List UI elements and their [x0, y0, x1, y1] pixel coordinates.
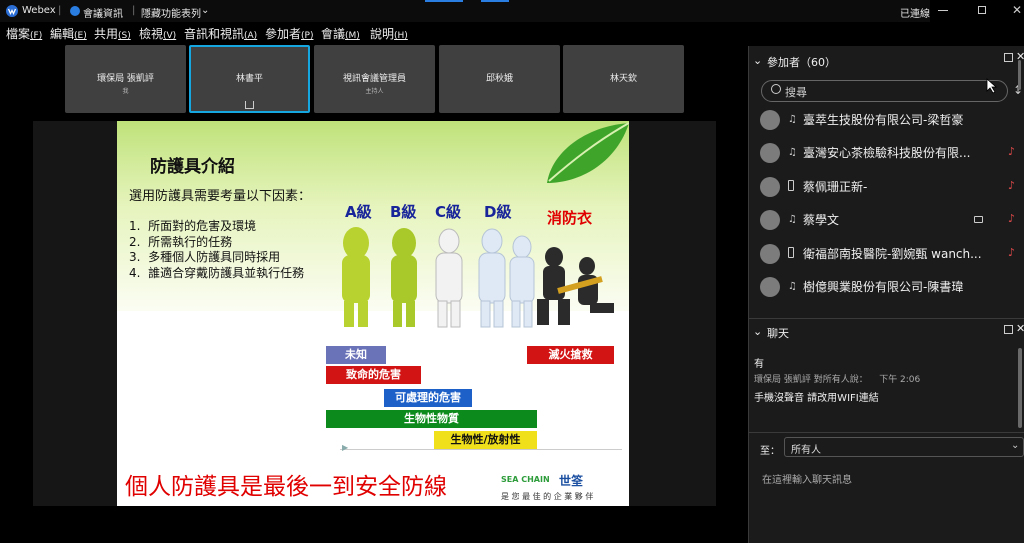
hazard-bar-biological: 生物性物質 [326, 410, 537, 428]
shared-slide: 防護具介紹 選用防護具需要考量以下因素： 1. 所面對的危害及環境 2. 所需執… [117, 121, 629, 506]
participant-row[interactable]: ♫ 樹億興業股份有限公司-陳書瑋 [760, 273, 1022, 301]
menu-meeting[interactable]: 會議(M) [321, 25, 360, 42]
menu-audio-video[interactable]: 音訊和視訊(A) [184, 25, 257, 42]
participant-row[interactable]: 衛福部南投醫院-劉婉甄 wanch... ♪ [760, 240, 1022, 268]
menu-file[interactable]: 檔案(F) [6, 25, 42, 42]
participants-header: 參加者（60） [767, 56, 836, 69]
factor-list: 1. 所面對的危害及環境 2. 所需執行的任務 3. 多種個人防護具同時採用 4… [129, 219, 304, 281]
avatar [760, 143, 780, 163]
avatar [760, 110, 780, 130]
chat-header: 聊天 [767, 327, 789, 340]
avatar [760, 177, 780, 197]
video-tile[interactable]: 環保局 張凱評 我 [65, 45, 186, 113]
slide-banner: 個人防護具是最後一到安全防線 [125, 474, 447, 500]
level-a-label: A級 [345, 203, 372, 221]
hazard-bar-manageable: 可處理的危害 [384, 389, 472, 407]
protective-suits-illustration [342, 227, 614, 328]
info-icon [70, 6, 80, 16]
participants-scrollbar[interactable] [1018, 60, 1021, 90]
headset-icon: ♫ [788, 214, 797, 225]
headset-icon: ♫ [788, 114, 797, 125]
video-tile[interactable]: 視訊會議管理員 主持人 [314, 45, 435, 113]
avatar [760, 277, 780, 297]
minimize-icon[interactable] [938, 10, 948, 11]
chat-scrollbar[interactable] [1018, 348, 1022, 428]
search-icon [771, 84, 781, 94]
slide-title: 防護具介紹 [150, 157, 235, 177]
share-indicator [481, 0, 509, 2]
close-icon[interactable]: ✕ [1012, 3, 1022, 17]
chevron-down-icon[interactable]: ⌄ [201, 5, 209, 16]
participant-row[interactable]: ♫ 臺灣安心茶檢驗科技股份有限... ♪ [760, 139, 1022, 167]
list-item: 1. 所面對的危害及環境 [129, 219, 257, 233]
headset-icon: ♫ [788, 281, 797, 292]
participant-row[interactable]: ♫ 臺萃生技股份有限公司-梁哲豪 [760, 106, 1022, 134]
collapse-chevron-icon[interactable]: ⌄ [753, 54, 762, 67]
pop-out-icon[interactable] [1004, 53, 1013, 62]
muted-mic-icon: ♪ [1008, 212, 1016, 225]
menu-edit[interactable]: 編輯(E) [50, 25, 87, 42]
collapse-chevron-icon[interactable]: ⌄ [753, 325, 762, 338]
mouse-cursor-icon [986, 78, 998, 94]
menu-share[interactable]: 共用(S) [94, 25, 131, 42]
level-d-label: D級 [484, 203, 512, 221]
connection-status: 已連線 [900, 9, 930, 20]
muted-mic-icon: ♪ [1008, 145, 1016, 158]
list-item: 4. 誰適合穿戴防護具並執行任務 [129, 265, 305, 280]
list-item: 2. 所需執行的任務 [129, 234, 233, 249]
participant-row[interactable]: 蔡佩珊正新- ♪ [760, 173, 1022, 201]
level-c-label: C級 [435, 203, 462, 221]
hazard-bar-lethal: 致命的危害 [326, 366, 421, 384]
slide-subtitle: 選用防護具需要考量以下因素： [129, 189, 312, 204]
hazard-bar-firefight: 滅火搶救 [527, 346, 614, 364]
participant-search-input[interactable]: 搜尋 [761, 80, 1008, 102]
chevron-down-icon: ⌄ [1011, 440, 1020, 451]
leaf-decoration [547, 122, 629, 183]
meeting-info-link[interactable]: 會議資訊 [83, 5, 123, 20]
level-b-label: B級 [390, 203, 417, 221]
avatar [760, 244, 780, 264]
to-label: 至： [760, 446, 780, 457]
pop-out-icon[interactable] [1004, 325, 1013, 334]
seachain-logo: SEA CHAIN 世筌 是 您 最 佳 的 企 業 夥 伴 [501, 474, 594, 501]
muted-mic-icon: ♪ [1008, 246, 1016, 259]
window-controls: ✕ [930, 0, 1024, 22]
headset-icon: ♫ [788, 147, 797, 158]
chat-message: 有 [754, 359, 764, 370]
hide-menu-toggle[interactable]: 隱藏功能表列 [141, 5, 201, 20]
menu-bar: 檔案(F) 編輯(E) 共用(S) 檢視(V) 音訊和視訊(A) 參加者(P) … [0, 22, 1024, 42]
recipient-select[interactable]: 所有人 ⌄ [784, 437, 1024, 457]
muted-mic-icon: ♪ [1008, 179, 1016, 192]
camera-icon [974, 216, 983, 223]
avatar [760, 210, 780, 230]
restore-icon[interactable] [978, 6, 986, 14]
phone-icon [788, 180, 794, 191]
hazard-bar-unknown: 未知 [326, 346, 386, 364]
menu-view[interactable]: 檢視(V) [139, 25, 176, 42]
menu-help[interactable]: 說明(H) [370, 25, 408, 42]
share-indicator [425, 0, 463, 2]
slide-divider [340, 449, 622, 450]
chat-message: 手機沒聲音 請改用WIFI連結 [754, 393, 879, 404]
menu-participants[interactable]: 參加者(P) [265, 25, 313, 42]
title-bar: Webex | 會議資訊 | 隱藏功能表列 ⌄ 已連線 ✕ [0, 0, 1024, 22]
video-tile-active-speaker[interactable]: 林書平 [189, 45, 310, 113]
chat-input[interactable]: 在這裡輸入聊天訊息 [762, 471, 852, 486]
share-icon [245, 101, 254, 109]
close-icon[interactable]: ✕ [1016, 322, 1024, 335]
phone-icon [788, 247, 794, 258]
app-name: Webex [22, 5, 56, 16]
video-tile[interactable]: 邱秋娥 [439, 45, 560, 113]
video-tile[interactable]: 林天欽 [563, 45, 684, 113]
list-item: 3. 多種個人防護具同時採用 [129, 250, 281, 264]
webex-logo-icon [6, 5, 18, 17]
hazard-bar-bio-radio: 生物性/放射性 [434, 431, 537, 449]
chat-meta: 環保局 張凱評 對所有人說： 下午 2:06 [754, 375, 921, 385]
participant-row[interactable]: ♫ 蔡學文 ♪ [760, 206, 1022, 234]
play-icon: ▶ [342, 443, 349, 452]
